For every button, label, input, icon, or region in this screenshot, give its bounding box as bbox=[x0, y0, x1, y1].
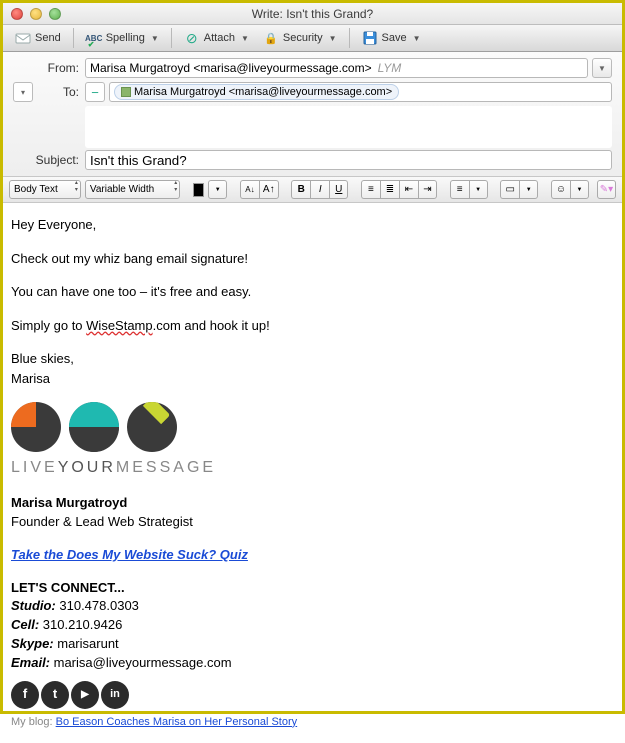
send-icon bbox=[15, 30, 31, 46]
from-account: LYM bbox=[378, 61, 402, 75]
zoom-icon[interactable] bbox=[49, 8, 61, 20]
outdent-button[interactable]: ⇤ bbox=[399, 180, 418, 199]
chevron-down-icon: ▼ bbox=[151, 34, 159, 43]
emoji-dropdown[interactable]: ▼ bbox=[570, 180, 589, 199]
brand-wordmark: LIVEYOURMESSAGE bbox=[11, 456, 614, 480]
send-button[interactable]: Send bbox=[9, 28, 67, 48]
from-value: Marisa Murgatroyd <marisa@liveyourmessag… bbox=[90, 61, 372, 75]
minimize-icon[interactable] bbox=[30, 8, 42, 20]
studio-value: 310.478.0303 bbox=[56, 598, 139, 613]
bold-button[interactable]: B bbox=[291, 180, 310, 199]
remove-recipient-button[interactable]: − bbox=[85, 82, 105, 102]
from-field[interactable]: Marisa Murgatroyd <marisa@liveyourmessag… bbox=[85, 58, 588, 78]
underline-button[interactable]: U bbox=[329, 180, 348, 199]
cell-value: 310.210.9426 bbox=[39, 617, 122, 632]
additional-recipients[interactable] bbox=[85, 106, 612, 148]
send-label: Send bbox=[35, 32, 61, 44]
logo-circle bbox=[69, 402, 119, 452]
recipient-name: Marisa Murgatroyd <marisa@liveyourmessag… bbox=[134, 86, 392, 98]
decrease-size-button[interactable]: A↓ bbox=[240, 180, 259, 199]
from-label: From: bbox=[13, 61, 79, 75]
paperclip-icon: ⊘ bbox=[184, 30, 200, 46]
to-options[interactable]: ▾ bbox=[13, 82, 33, 102]
blog-link[interactable]: Bo Eason Coaches Marisa on Her Personal … bbox=[56, 716, 298, 728]
attach-label: Attach bbox=[204, 32, 235, 44]
logo-circle bbox=[127, 402, 177, 452]
bullet-list-button[interactable]: ≡ bbox=[361, 180, 380, 199]
to-label: To: bbox=[37, 85, 79, 99]
emoji-button[interactable]: ☺ bbox=[551, 180, 570, 199]
skype-label: Skype: bbox=[11, 636, 54, 651]
blog-line: My blog: Bo Eason Coaches Marisa on Her … bbox=[11, 715, 614, 731]
email-label: Email: bbox=[11, 655, 50, 670]
sig-title: Founder & Lead Web Strategist bbox=[11, 513, 614, 532]
facebook-icon[interactable]: f bbox=[11, 681, 39, 709]
email-value: marisa@liveyourmessage.com bbox=[50, 655, 232, 670]
separator bbox=[349, 28, 350, 48]
format-bar: Body Text Variable Width ▼ A↓ A↑ B I U ≡… bbox=[3, 177, 622, 203]
titlebar: Write: Isn't this Grand? bbox=[3, 3, 622, 25]
close-icon[interactable] bbox=[11, 8, 23, 20]
spelling-icon: ABC✔ bbox=[86, 30, 102, 46]
message-body[interactable]: Hey Everyone, Check out my whiz bang ema… bbox=[3, 203, 622, 743]
chevron-down-icon: ▼ bbox=[241, 34, 249, 43]
youtube-icon[interactable]: ▶ bbox=[71, 681, 99, 709]
body-line: You can have one too – it's free and eas… bbox=[11, 282, 614, 302]
headers: From: Marisa Murgatroyd <marisa@liveyour… bbox=[3, 52, 622, 177]
recipient-chip[interactable]: Marisa Murgatroyd <marisa@liveyourmessag… bbox=[114, 84, 399, 100]
skype-value: marisarunt bbox=[54, 636, 119, 651]
insert-image-button[interactable]: ▭ bbox=[500, 180, 519, 199]
security-label: Security bbox=[283, 32, 323, 44]
greeting: Hey Everyone, bbox=[11, 215, 614, 235]
sig-name: Marisa Murgatroyd bbox=[11, 494, 614, 513]
connect-header: LET'S CONNECT... bbox=[11, 579, 614, 598]
color-dropdown[interactable]: ▼ bbox=[208, 180, 227, 199]
save-button[interactable]: Save ▼ bbox=[356, 28, 427, 48]
studio-label: Studio: bbox=[11, 598, 56, 613]
window-title: Write: Isn't this Grand? bbox=[3, 7, 622, 21]
number-list-button[interactable]: ≣ bbox=[380, 180, 399, 199]
cell-label: Cell: bbox=[11, 617, 39, 632]
paragraph-style-select[interactable]: Body Text bbox=[9, 180, 81, 199]
twitter-icon[interactable]: t bbox=[41, 681, 69, 709]
signoff-name: Marisa bbox=[11, 369, 614, 389]
align-dropdown[interactable]: ▼ bbox=[469, 180, 488, 199]
signoff: Blue skies, bbox=[11, 349, 614, 369]
traffic-lights bbox=[3, 8, 61, 20]
brand-logo bbox=[11, 402, 614, 452]
disk-icon bbox=[362, 30, 378, 46]
to-field[interactable]: Marisa Murgatroyd <marisa@liveyourmessag… bbox=[109, 82, 612, 102]
increase-size-button[interactable]: A↑ bbox=[259, 180, 279, 199]
align-button[interactable]: ≡ bbox=[450, 180, 469, 199]
save-label: Save bbox=[382, 32, 407, 44]
indent-button[interactable]: ⇥ bbox=[418, 180, 437, 199]
from-dropdown[interactable]: ▼ bbox=[592, 58, 612, 78]
subject-label: Subject: bbox=[13, 153, 79, 167]
signature-block: Marisa Murgatroyd Founder & Lead Web Str… bbox=[11, 494, 614, 731]
text-color-swatch[interactable] bbox=[193, 183, 204, 197]
stationery-button[interactable]: ✎▾ bbox=[597, 180, 616, 199]
lock-icon: 🔒 bbox=[263, 30, 279, 46]
misspelled-word: WiseStamp bbox=[86, 318, 152, 333]
persona-icon bbox=[121, 87, 131, 97]
attach-button[interactable]: ⊘ Attach ▼ bbox=[178, 28, 255, 48]
insert-dropdown[interactable]: ▼ bbox=[519, 180, 538, 199]
toolbar: Send ABC✔ Spelling ▼ ⊘ Attach ▼ 🔒 Securi… bbox=[3, 25, 622, 52]
social-row: f t ▶ in bbox=[11, 681, 614, 709]
separator bbox=[73, 28, 74, 48]
body-line: Check out my whiz bang email signature! bbox=[11, 249, 614, 269]
body-line: Simply go to WiseStamp.com and hook it u… bbox=[11, 316, 614, 336]
italic-button[interactable]: I bbox=[310, 180, 329, 199]
chevron-down-icon: ▼ bbox=[413, 34, 421, 43]
separator bbox=[171, 28, 172, 48]
subject-input[interactable] bbox=[85, 150, 612, 170]
spelling-button[interactable]: ABC✔ Spelling ▼ bbox=[80, 28, 165, 48]
logo-circle bbox=[11, 402, 61, 452]
spelling-label: Spelling bbox=[106, 32, 145, 44]
linkedin-icon[interactable]: in bbox=[101, 681, 129, 709]
chevron-down-icon: ▼ bbox=[329, 34, 337, 43]
quiz-link[interactable]: Take the Does My Website Suck? Quiz bbox=[11, 547, 248, 562]
security-button[interactable]: 🔒 Security ▼ bbox=[257, 28, 343, 48]
font-family-select[interactable]: Variable Width bbox=[85, 180, 180, 199]
